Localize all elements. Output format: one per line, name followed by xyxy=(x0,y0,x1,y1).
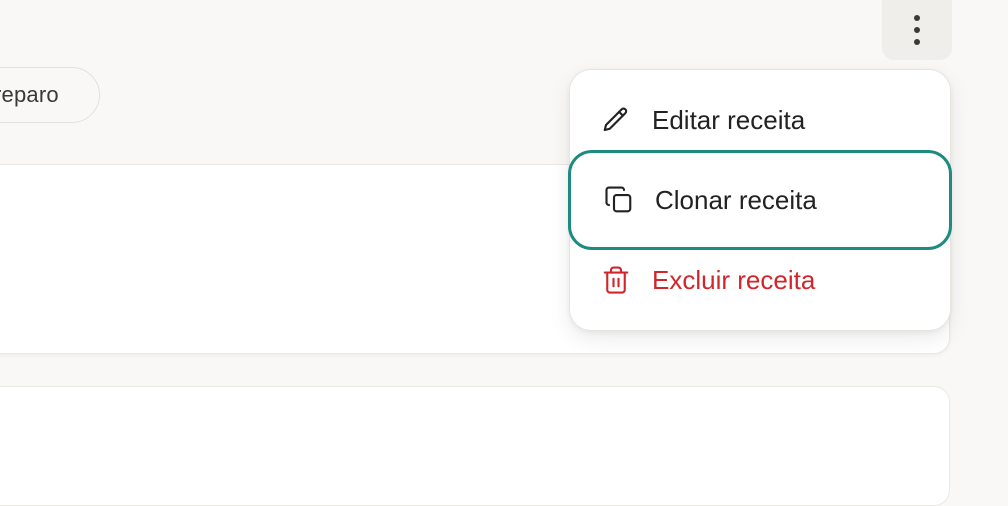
menu-item-edit-recipe[interactable]: Editar receita xyxy=(570,80,950,160)
recipe-actions-menu: Editar receita Clonar receita Excluir re… xyxy=(568,69,952,331)
more-vertical-icon xyxy=(914,15,920,45)
menu-item-delete-recipe[interactable]: Excluir receita xyxy=(570,240,950,320)
copy-icon xyxy=(603,184,635,216)
menu-item-label: Editar receita xyxy=(652,105,806,135)
filter-chip-label: reparo xyxy=(0,82,59,107)
menu-item-label: Excluir receita xyxy=(652,265,816,295)
pencil-icon xyxy=(600,104,632,136)
menu-item-label: Clonar receita xyxy=(655,185,817,215)
menu-item-clone-recipe[interactable]: Clonar receita xyxy=(568,150,952,250)
trash-icon xyxy=(600,264,632,296)
recipe-card[interactable] xyxy=(0,386,950,506)
more-options-button[interactable] xyxy=(882,0,952,60)
